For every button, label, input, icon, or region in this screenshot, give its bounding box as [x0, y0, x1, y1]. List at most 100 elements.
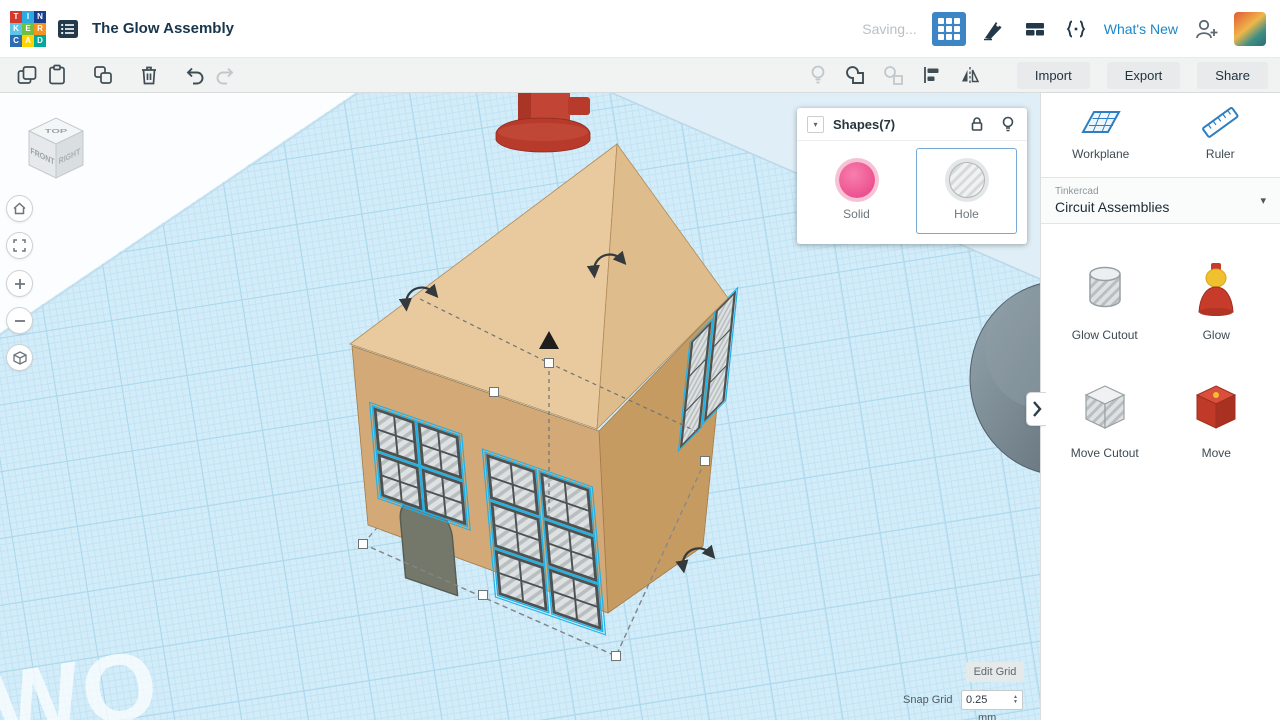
- red-part-object[interactable]: [495, 93, 591, 153]
- align-button[interactable]: [917, 61, 947, 89]
- saving-status: Saving...: [862, 20, 917, 37]
- panel-collapse-caret[interactable]: ▾: [807, 115, 824, 133]
- workplane-tool[interactable]: Workplane: [1041, 105, 1161, 161]
- shape-item-glow[interactable]: Glow: [1161, 260, 1273, 342]
- tinkercad-logo[interactable]: T I N K E R C A D: [10, 10, 46, 47]
- list-icon: [58, 19, 78, 38]
- share-button[interactable]: Share: [1197, 61, 1268, 89]
- solid-label: Solid: [843, 206, 870, 221]
- solid-option[interactable]: Solid: [806, 148, 907, 234]
- snap-grid-select[interactable]: 0.25 ▲ ▼: [961, 690, 1023, 710]
- designs-mode-button[interactable]: [981, 17, 1007, 41]
- design-menu-button[interactable]: [56, 17, 80, 41]
- import-button[interactable]: Import: [1016, 61, 1090, 89]
- dashboard-button[interactable]: [931, 11, 966, 46]
- shape-item-move[interactable]: Move: [1161, 378, 1273, 460]
- group-icon: [846, 65, 865, 84]
- paste-icon: [49, 64, 65, 85]
- align-icon: [923, 67, 939, 83]
- add-person-icon: [1196, 19, 1218, 38]
- fit-view-icon: [13, 239, 26, 252]
- code-braces-icon: [1066, 20, 1086, 37]
- perspective-cube-icon: [12, 350, 27, 365]
- shape-item-label: Glow Cutout: [1071, 328, 1138, 342]
- zoom-out-button[interactable]: [6, 307, 33, 334]
- workplane-tool-label: Workplane: [1072, 147, 1130, 161]
- logo-letter: A: [22, 34, 34, 47]
- zoom-in-button[interactable]: [6, 270, 33, 297]
- view-cube-top-label: TOP: [45, 128, 68, 135]
- shape-item-label: Move: [1201, 446, 1231, 460]
- shape-item-glow-cutout[interactable]: Glow Cutout: [1049, 260, 1161, 342]
- design-title[interactable]: The Glow Assembly: [92, 20, 234, 37]
- paste-button[interactable]: [42, 61, 72, 89]
- lightbulb-icon[interactable]: [999, 115, 1017, 133]
- redo-icon: [216, 67, 234, 85]
- grid-icon: [937, 17, 960, 40]
- chevron-right-icon: [1032, 401, 1042, 417]
- lock-icon[interactable]: [968, 115, 986, 133]
- snap-grid-value: 0.25: [966, 694, 988, 706]
- redo-button[interactable]: [210, 61, 240, 89]
- mirror-button[interactable]: [955, 61, 985, 89]
- export-button[interactable]: Export: [1106, 61, 1181, 89]
- logo-letter: C: [10, 34, 22, 47]
- home-icon: [13, 202, 26, 215]
- edit-grid-button[interactable]: Edit Grid: [966, 662, 1024, 682]
- spinner-icons[interactable]: ▲ ▼: [1013, 694, 1018, 706]
- dart-icon: [983, 21, 1002, 40]
- group-button[interactable]: [841, 61, 871, 89]
- trash-icon: [142, 66, 156, 85]
- hole-swatch-icon: [948, 161, 985, 198]
- ruler-tool[interactable]: Ruler: [1161, 105, 1280, 161]
- category-kicker: Tinkercad: [1055, 186, 1099, 197]
- minus-icon: [14, 319, 25, 322]
- move-cutout-icon: [1084, 385, 1126, 429]
- bricks-icon: [1025, 22, 1044, 35]
- plus-icon: [14, 278, 25, 289]
- ungroup-icon: [884, 65, 904, 85]
- hole-label: Hole: [954, 206, 979, 221]
- show-all-button[interactable]: [803, 61, 833, 89]
- move-icon: [1196, 385, 1237, 429]
- perspective-toggle-button[interactable]: [6, 344, 33, 371]
- solid-swatch-icon: [838, 161, 875, 198]
- delete-button[interactable]: [134, 61, 164, 89]
- view-cube[interactable]: TOP FRONT RIGHT: [18, 107, 96, 206]
- snap-grid-label: Snap Grid: [903, 694, 953, 706]
- lightbulb-icon: [811, 65, 825, 84]
- glow-icon: [1198, 263, 1234, 316]
- bricks-mode-button[interactable]: [1022, 17, 1048, 41]
- cylinder-object[interactable]: [969, 281, 1040, 475]
- shape-category-dropdown[interactable]: Tinkercad Circuit Assemblies ▾: [1041, 177, 1280, 224]
- shape-item-move-cutout[interactable]: Move Cutout: [1049, 378, 1161, 460]
- user-avatar[interactable]: [1234, 11, 1266, 46]
- whats-new-link[interactable]: What's New: [1104, 21, 1178, 37]
- snap-grid-unit: mm: [978, 712, 997, 720]
- house-object[interactable]: [349, 142, 739, 647]
- copy-button[interactable]: [12, 61, 42, 89]
- app-header: T I N K E R C A D The Glow Assembly Savi…: [0, 0, 1280, 58]
- edit-toolbar: Import Export Share: [0, 58, 1280, 93]
- shapes-inspector-panel: ▾ Shapes(7) Solid Hole: [797, 108, 1027, 244]
- undo-button[interactable]: [180, 61, 210, 89]
- logo-letter: E: [22, 22, 34, 35]
- shapes-sidebar: Workplane Ruler Tinkercad Circuit Assemb…: [1040, 93, 1280, 720]
- copy-icon: [17, 66, 37, 84]
- duplicate-button[interactable]: [88, 61, 118, 89]
- sidebar-collapse-tab[interactable]: [1026, 392, 1046, 426]
- home-view-button[interactable]: [6, 195, 33, 222]
- ruler-icon: [1202, 106, 1239, 138]
- codeblocks-mode-button[interactable]: [1063, 17, 1089, 41]
- shape-item-label: Glow: [1202, 328, 1230, 342]
- invite-button[interactable]: [1193, 16, 1219, 42]
- ungroup-button[interactable]: [879, 61, 909, 89]
- logo-letter: K: [10, 22, 22, 35]
- fit-view-button[interactable]: [6, 232, 33, 259]
- logo-letter: T: [10, 10, 22, 23]
- chevron-down-icon: ▾: [1260, 195, 1266, 207]
- shapes-panel-title: Shapes(7): [833, 116, 896, 132]
- glow-cutout-icon: [1089, 266, 1121, 308]
- workplane-icon: [1081, 111, 1121, 133]
- hole-option[interactable]: Hole: [916, 148, 1017, 234]
